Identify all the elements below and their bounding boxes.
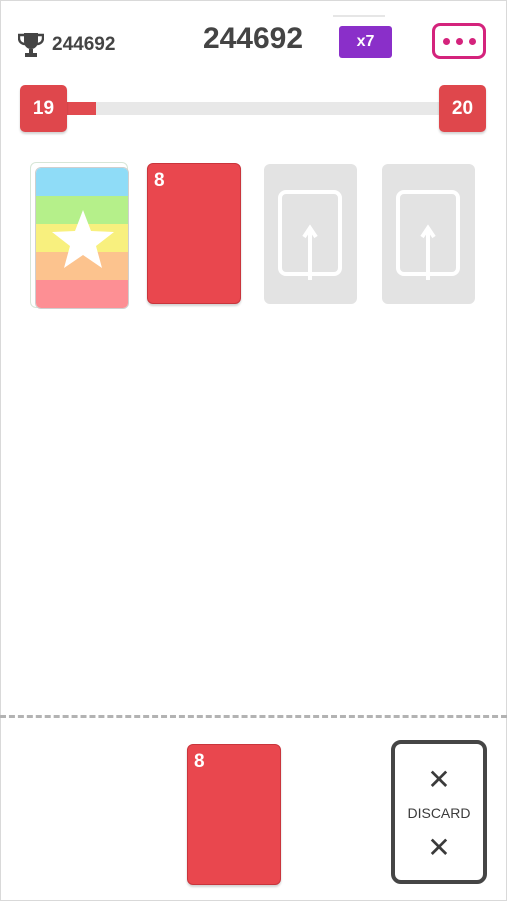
- empty-card-slot[interactable]: [264, 164, 357, 304]
- wild-card-stack[interactable]: [30, 162, 130, 310]
- rainbow-band: [36, 280, 128, 308]
- empty-card-slot[interactable]: [382, 164, 475, 304]
- hand-card-value: 8: [194, 751, 205, 772]
- more-dots-icon-dot: [468, 37, 476, 45]
- played-card[interactable]: 8: [147, 163, 241, 304]
- multiplier-badge: x7: [339, 26, 392, 58]
- close-icon: ✕: [427, 764, 451, 795]
- more-dots-icon-dot: [455, 37, 463, 45]
- next-level-badge: 20: [439, 85, 486, 132]
- discard-button[interactable]: ✕ DISCARD ✕: [391, 740, 487, 884]
- wild-card[interactable]: [35, 167, 129, 309]
- top-divider: [333, 15, 385, 17]
- close-icon: ✕: [427, 832, 451, 863]
- hand-divider: [0, 715, 507, 718]
- best-score-value: 244692: [52, 34, 116, 55]
- rainbow-band: [36, 168, 128, 196]
- played-card-value: 8: [154, 170, 165, 191]
- hand-card[interactable]: 8: [187, 744, 281, 885]
- card-upload-icon: [396, 190, 460, 280]
- discard-label: DISCARD: [407, 805, 471, 821]
- more-dots-icon: [442, 37, 450, 45]
- menu-button[interactable]: [432, 23, 486, 59]
- current-level-badge: 19: [20, 85, 67, 132]
- card-upload-icon: [278, 190, 342, 280]
- current-score: 244692: [202, 22, 304, 55]
- trophy-icon: [18, 33, 44, 57]
- rainbow-band: [36, 308, 128, 309]
- star-icon: [52, 210, 114, 268]
- best-score: 244692: [18, 30, 115, 60]
- level-progress-track: [36, 102, 468, 115]
